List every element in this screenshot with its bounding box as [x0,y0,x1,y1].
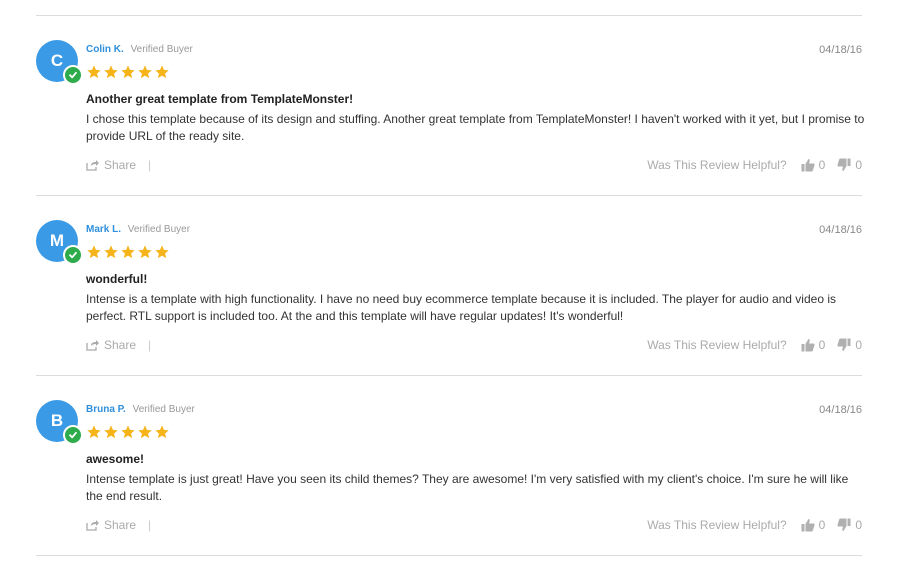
share-label: Share [104,158,137,172]
thumbs-down-button[interactable]: 0 [837,338,862,352]
thumbs-up-button[interactable]: 0 [801,518,826,532]
star-icon [155,65,169,79]
separator: | [148,158,152,172]
review-date: 04/18/16 [819,224,862,236]
helpful-label: Was This Review Helpful? [647,338,787,352]
thumbs-up-icon [801,339,815,352]
review-title: Another great template from TemplateMons… [86,92,354,106]
verified-buyer-label: Verified Buyer [132,404,195,415]
thumbs-down-count: 0 [855,158,862,172]
review-item: C Colin K. Verified Buyer 04/18/16 Anoth… [36,16,864,195]
verified-buyer-label: Verified Buyer [130,44,193,55]
review-list: C Colin K. Verified Buyer 04/18/16 Anoth… [36,0,864,556]
avatar-initial: C [50,51,64,70]
star-icon [104,245,118,259]
avatar-initial: B [50,411,64,430]
share-icon [86,520,99,531]
thumbs-down-icon [837,338,851,351]
star-icon [155,425,169,439]
star-icon [104,425,118,439]
review-title: wonderful! [86,272,148,286]
star-icon [121,245,135,259]
review-item: M Mark L. Verified Buyer 04/18/16 wonder… [36,196,862,375]
star-rating [86,244,170,260]
star-icon [121,425,135,439]
star-icon [87,245,101,259]
star-icon [138,425,152,439]
star-icon [121,65,135,79]
verified-check-icon [63,425,83,445]
star-icon [138,245,152,259]
share-label: Share [104,518,137,532]
author-name[interactable]: Mark L. [86,224,121,235]
author-name[interactable]: Colin K. [86,44,124,55]
review-body: Intense template is just great! Have you… [86,472,849,503]
review-title: awesome! [86,452,145,466]
avatar: M [36,220,83,265]
star-icon [87,425,101,439]
helpful-label: Was This Review Helpful? [647,518,787,532]
share-button[interactable]: Share | [86,518,151,532]
divider [36,555,862,556]
thumbs-up-icon [801,519,815,532]
thumbs-up-count: 0 [818,158,826,172]
review-date: 04/18/16 [819,404,862,416]
review-item: B Bruna P. Verified Buyer 04/18/16 aweso… [36,376,862,555]
thumbs-up-button[interactable]: 0 [801,158,826,172]
review-actions: Share | Was This Review Helpful? 0 0 [86,518,862,534]
verified-check-icon [63,65,83,85]
review-date: 04/18/16 [819,44,862,56]
avatar: C [36,40,83,85]
separator: | [148,518,152,532]
thumbs-down-icon [837,518,851,531]
thumbs-down-icon [837,158,851,171]
author-name[interactable]: Bruna P. [86,404,126,415]
share-icon [86,340,99,351]
star-rating [86,64,170,80]
thumbs-down-button[interactable]: 0 [837,158,862,172]
review-body: Intense is a template with high function… [86,292,836,323]
helpful-vote: Was This Review Helpful? 0 0 [647,158,862,172]
star-icon [138,65,152,79]
helpful-vote: Was This Review Helpful? 0 0 [647,518,862,532]
thumbs-up-icon [801,159,815,172]
verified-check-icon [63,245,83,265]
thumbs-up-count: 0 [818,338,826,352]
helpful-label: Was This Review Helpful? [647,158,787,172]
star-rating [86,424,170,440]
review-meta: Mark L. Verified Buyer [86,224,190,235]
verified-buyer-label: Verified Buyer [127,224,191,235]
thumbs-down-button[interactable]: 0 [837,518,862,532]
helpful-vote: Was This Review Helpful? 0 0 [647,338,862,352]
share-label: Share [104,338,137,352]
thumbs-down-count: 0 [855,338,862,352]
review-meta: Bruna P. Verified Buyer [86,404,195,415]
star-icon [87,65,101,79]
thumbs-up-button[interactable]: 0 [801,338,826,352]
star-icon [104,65,118,79]
review-actions: Share | Was This Review Helpful? 0 0 [86,338,862,354]
share-icon [86,160,99,171]
review-meta: Colin K. Verified Buyer [86,44,193,55]
review-body: I chose this template because of its des… [86,112,865,143]
avatar-initial: M [49,231,65,250]
separator: | [148,338,152,352]
thumbs-up-count: 0 [818,518,826,532]
share-button[interactable]: Share | [86,338,151,352]
avatar: B [36,400,83,445]
share-button[interactable]: Share | [86,158,151,172]
star-icon [155,245,169,259]
review-actions: Share | Was This Review Helpful? 0 0 [86,158,862,174]
thumbs-down-count: 0 [855,518,862,532]
